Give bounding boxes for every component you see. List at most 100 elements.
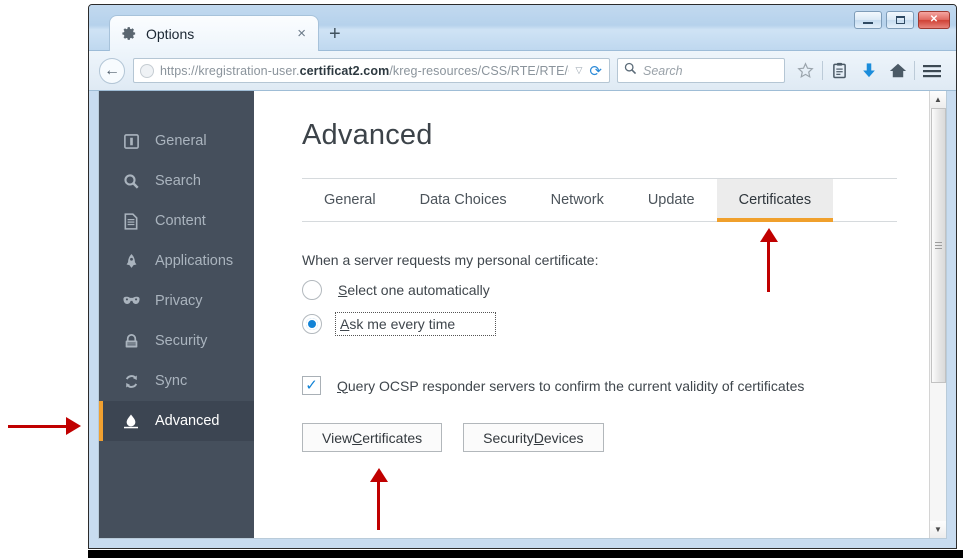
window-titlebar: ✕ Options × + (89, 5, 956, 51)
sidebar-label: Privacy (155, 293, 203, 309)
btn-post: ertificates (362, 429, 423, 446)
reading-list-icon[interactable] (825, 58, 854, 84)
tab-update[interactable]: Update (626, 179, 717, 221)
label-rest: elect one automatically (347, 282, 490, 298)
browser-window: ✕ Options × + ← https://kregistration-us… (88, 4, 957, 549)
gear-icon (122, 26, 137, 41)
chevron-down-icon[interactable]: ▽ (576, 65, 583, 76)
btn-pre: View (322, 429, 353, 446)
label-rest: uery OCSP responder servers to confirm t… (347, 377, 805, 394)
accel-key: D (533, 429, 544, 446)
advanced-icon (121, 411, 141, 431)
sidebar-item-security[interactable]: Security (99, 321, 254, 361)
site-identity-icon (140, 63, 154, 78)
privacy-mask-icon (121, 291, 141, 311)
accel-key: C (352, 429, 363, 446)
view-certificates-button[interactable]: View Certificates (302, 423, 443, 452)
tab-strip: Options × + (89, 15, 956, 51)
certificate-prompt-label: When a server requests my personal certi… (302, 252, 599, 268)
security-lock-icon (121, 331, 141, 351)
btn-post: evices (543, 429, 584, 446)
scrollbar-grip-icon (934, 240, 942, 251)
sidebar-label: Search (155, 173, 201, 189)
content-icon (121, 211, 141, 231)
checkbox-query-ocsp[interactable]: ✓ (302, 376, 321, 395)
screenshot-root: ✕ Options × + ← https://kregistration-us… (0, 0, 963, 558)
radio-ask-me-every-time[interactable] (302, 314, 322, 334)
btn-pre: Security (483, 429, 534, 446)
certificate-buttons: View Certificates Security Devices (302, 423, 929, 452)
url-prefix: https://kregistration-user. (160, 63, 300, 78)
tab-network[interactable]: Network (529, 179, 626, 221)
sidebar-label: Security (155, 333, 208, 349)
label-rest: sk me every time (349, 316, 456, 332)
scroll-up-arrow-icon[interactable]: ▲ (929, 91, 946, 108)
url-domain: certificat2.com (299, 63, 390, 78)
sidebar-item-applications[interactable]: Applications (99, 241, 254, 281)
menu-icon[interactable] (917, 58, 946, 84)
tab-general[interactable]: General (302, 179, 398, 221)
toolbar-icons (791, 58, 946, 84)
applications-icon (121, 251, 141, 271)
window-bottom-shadow (88, 550, 963, 558)
url-suffix: /kreg-resources/CSS/RTE/RTE/Cer (389, 63, 569, 78)
tab-data-choices[interactable]: Data Choices (398, 179, 529, 221)
sidebar-item-content[interactable]: Content (99, 201, 254, 241)
sidebar-label: Applications (155, 253, 234, 269)
general-icon (121, 131, 141, 151)
security-devices-button[interactable]: Security Devices (463, 423, 604, 452)
search-icon (121, 171, 141, 191)
new-tab-button[interactable]: + (329, 23, 341, 46)
radio-select-one-automatically[interactable] (302, 280, 322, 300)
sidebar-item-general[interactable]: General (99, 121, 254, 161)
sidebar-label: General (155, 133, 207, 149)
sidebar-item-sync[interactable]: Sync (99, 361, 254, 401)
content-tab-bar: General Data Choices Network Update Cert… (302, 178, 897, 222)
radio-label-ask-me-every-time: Ask me every time (335, 312, 497, 336)
annotation-arrow-view-certificates-button (370, 468, 388, 530)
bookmark-star-icon[interactable] (791, 58, 820, 84)
preferences-sidebar: General Search Content Applications Priv… (99, 91, 254, 538)
accel-key: A (340, 316, 350, 332)
radio-label-select-one-automatically: Select one automatically (338, 282, 490, 298)
search-placeholder: Search (643, 63, 683, 78)
annotation-arrow-certificates-tab (760, 228, 778, 292)
page-viewport: General Search Content Applications Priv… (98, 91, 947, 539)
navigation-toolbar: ← https://kregistration-user.certificat2… (89, 51, 956, 91)
address-bar[interactable]: https://kregistration-user.certificat2.c… (133, 58, 610, 83)
url-text: https://kregistration-user.certificat2.c… (160, 64, 569, 78)
page-title: Advanced (302, 119, 433, 151)
toolbar-divider-2 (914, 61, 915, 80)
scrollbar-thumb[interactable] (930, 108, 946, 383)
tab-title: Options (146, 25, 195, 42)
checkmark-icon: ✓ (305, 377, 318, 394)
tab-close-icon[interactable]: × (293, 25, 310, 42)
downloads-icon[interactable] (854, 58, 883, 84)
checkbox-row-query-ocsp[interactable]: ✓ Query OCSP responder servers to confir… (302, 376, 929, 395)
tab-certificates[interactable]: Certificates (716, 179, 834, 222)
radio-row-ask-every-time[interactable]: Ask me every time (302, 312, 929, 336)
back-button[interactable]: ← (99, 57, 125, 84)
search-box[interactable]: Search (617, 58, 785, 83)
home-icon[interactable] (883, 58, 912, 84)
search-icon (624, 62, 637, 80)
scroll-down-arrow-icon[interactable]: ▼ (929, 521, 946, 538)
sidebar-label: Sync (155, 373, 188, 389)
sync-icon (121, 371, 141, 391)
preferences-content: Advanced General Data Choices Network Up… (254, 91, 929, 538)
page-scrollbar[interactable]: ▲ ▼ (929, 91, 946, 538)
sidebar-item-search[interactable]: Search (99, 161, 254, 201)
sidebar-item-privacy[interactable]: Privacy (99, 281, 254, 321)
browser-tab-options[interactable]: Options × (109, 15, 319, 51)
reload-icon[interactable]: ⟳ (589, 62, 602, 80)
scrollbar-track[interactable] (929, 108, 946, 521)
accel-key: S (338, 282, 348, 298)
sidebar-label: Advanced (155, 413, 220, 429)
accel-key: Q (337, 377, 348, 394)
checkbox-label-query-ocsp: Query OCSP responder servers to confirm … (337, 378, 804, 394)
sidebar-label: Content (155, 213, 206, 229)
toolbar-divider (822, 61, 823, 80)
radio-row-select-automatically[interactable]: Select one automatically (302, 280, 929, 300)
sidebar-item-advanced[interactable]: Advanced (99, 401, 254, 441)
annotation-arrow-advanced-sidebar (8, 417, 86, 435)
